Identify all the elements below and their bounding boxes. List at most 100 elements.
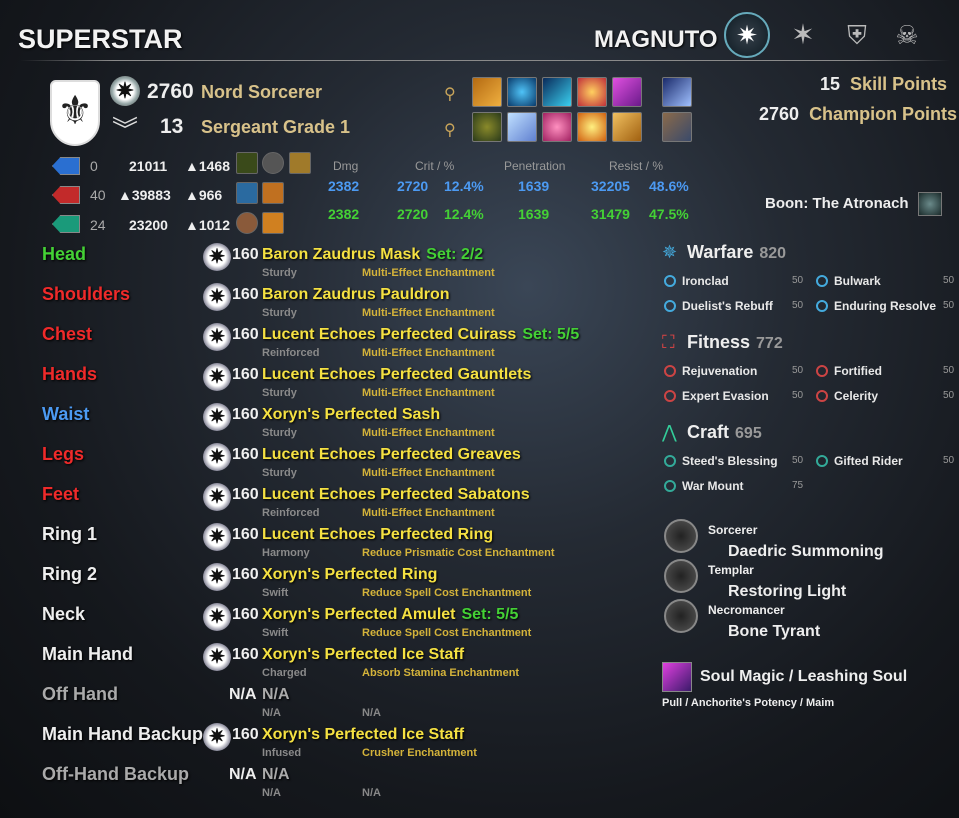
skull-emblem-icon[interactable]: ☠ [890,18,924,52]
cp-star-name[interactable]: Rejuvenation [682,364,757,378]
item-level: 160 [232,726,259,743]
item-name[interactable]: Lucent Echoes Perfected Cuirass Set: 5/5 [262,326,579,344]
health-icon [52,186,80,204]
cp-star-name[interactable]: Celerity [834,389,878,403]
subclass-ring-icon[interactable] [664,559,698,593]
item-name[interactable]: Lucent Echoes Perfected Greaves [262,446,521,464]
slot-label: Head [42,244,87,264]
skill-slot-icon[interactable] [542,77,572,107]
skill-points-label: Skill Points [850,74,948,94]
stamina-recovery: ▲1012 [185,217,231,233]
cp-star-name[interactable]: Gifted Rider [834,454,903,468]
resist-header: Resist / % [609,159,664,173]
item-trait: N/A [262,787,281,799]
cp-star-points: 50 [943,275,955,286]
ultimate-slot-icon[interactable] [662,112,692,142]
champion-icon: ✷ [203,523,231,551]
cp-tree-name: Warfare [687,242,754,262]
item-name-text: Xoryn's Perfected Amulet [262,606,456,623]
cp-tree-title[interactable]: Fitness 772 [687,332,783,353]
champion-points-label: Champion Points [809,104,958,124]
item-name[interactable]: Xoryn's Perfected Sash [262,406,440,424]
subclass-ring-icon[interactable] [664,599,698,633]
soul-magic-icon[interactable] [662,662,692,692]
cp-star-name[interactable]: Enduring Resolve [834,299,936,313]
star-emblem-icon[interactable]: ✶ [786,18,820,52]
skill-slot-icon[interactable] [472,77,502,107]
item-name[interactable]: Xoryn's Perfected Amulet Set: 5/5 [262,606,518,624]
champion-icon: ✷ [203,723,231,751]
stamina-value: 24 [90,217,106,233]
item-name-text: N/A [262,686,290,703]
item-name[interactable]: N/A [262,766,290,784]
subclass-skill-line: Restoring Light [728,583,847,600]
item-enchantment: Reduce Prismatic Cost Enchantment [362,547,555,559]
cp-star-name[interactable]: Duelist's Rebuff [682,299,773,313]
skill-slot-icon[interactable] [507,112,537,142]
stamina-max: 23200 [129,217,168,233]
item-name[interactable]: Lucent Echoes Perfected Gauntlets [262,366,531,384]
item-name[interactable]: Baron Zaudrus Pauldron [262,286,450,304]
spell-crit: 2720 [397,178,429,194]
shield-emblem-icon[interactable]: ⛨ [840,18,874,52]
subclass-class: Sorcerer [708,523,758,537]
item-level: 160 [232,526,259,543]
cp-star-name[interactable]: Expert Evasion [682,389,769,403]
dmg-header: Dmg [333,159,359,173]
subclass-ring-icon[interactable] [664,519,698,553]
skill-slot-icon[interactable] [472,112,502,142]
magicka-icon [52,157,80,175]
skill-slot-icon[interactable] [577,112,607,142]
subclass-skill-line: Daedric Summoning [728,543,884,560]
cp-tree-title[interactable]: Warfare 820 [687,242,786,263]
spell-resist-pct: 48.6% [649,178,689,194]
spell-resist: 32205 [591,178,630,194]
cp-tree-title[interactable]: Craft 695 [687,422,762,443]
slot-label: Waist [42,404,90,424]
item-enchantment: Reduce Spell Cost Enchantment [362,627,532,639]
cp-tree-value: 695 [735,425,762,442]
stamina-set-icons [236,212,285,234]
cp-star-name[interactable]: War Mount [682,479,744,493]
cp-star-name[interactable]: Bulwark [834,274,881,288]
item-enchantment: N/A [362,707,381,719]
item-name[interactable]: Xoryn's Perfected Ice Staff [262,726,464,744]
physical-resist: 31479 [591,206,630,222]
item-trait: Sturdy [262,267,297,279]
slot-label: Main Hand Backup [42,724,204,744]
item-name[interactable]: Lucent Echoes Perfected Ring [262,526,493,544]
spell-penetration: 1639 [518,178,550,194]
cp-star-icon [664,390,676,402]
spell-crit-pct: 12.4% [444,178,484,194]
craft-icon: ⋀ [662,422,677,442]
slot-label: Ring 2 [42,564,98,584]
champion-icon: ✷ [203,483,231,511]
atronach-boon-icon[interactable] [918,192,942,216]
skill-slot-icon[interactable] [542,112,572,142]
item-name[interactable]: Xoryn's Perfected Ring [262,566,437,584]
slot-label: Hands [42,364,98,384]
item-trait: Swift [262,627,289,639]
skill-slot-icon[interactable] [612,112,642,142]
ultimate-slot-icon[interactable] [662,77,692,107]
item-trait: Reinforced [262,347,320,359]
cp-star-name[interactable]: Fortified [834,364,882,378]
skill-slot-icon[interactable] [507,77,537,107]
item-name[interactable]: Baron Zaudrus Mask Set: 2/2 [262,246,483,264]
profile-cp: 2760 [147,80,194,103]
cp-star-name[interactable]: Ironclad [682,274,729,288]
skill-slot-icon[interactable] [612,77,642,107]
item-name[interactable]: N/A [262,686,290,704]
champion-points-value: 2760 [759,104,800,124]
slot-label: Neck [42,604,86,624]
cp-star-name[interactable]: Steed's Blessing [682,454,778,468]
skill-slot-icon[interactable] [577,77,607,107]
active-alliance-emblem-icon[interactable]: ✷ [724,12,770,58]
health-max: ▲39883 [118,187,171,203]
race-class: Nord Sorcerer [201,82,323,102]
cp-star-points: 50 [792,365,804,376]
item-name[interactable]: Lucent Echoes Perfected Sabatons [262,486,530,504]
cp-star-icon [664,300,676,312]
item-name[interactable]: Xoryn's Perfected Ice Staff [262,646,464,664]
item-name-text: Lucent Echoes Perfected Sabatons [262,486,530,503]
